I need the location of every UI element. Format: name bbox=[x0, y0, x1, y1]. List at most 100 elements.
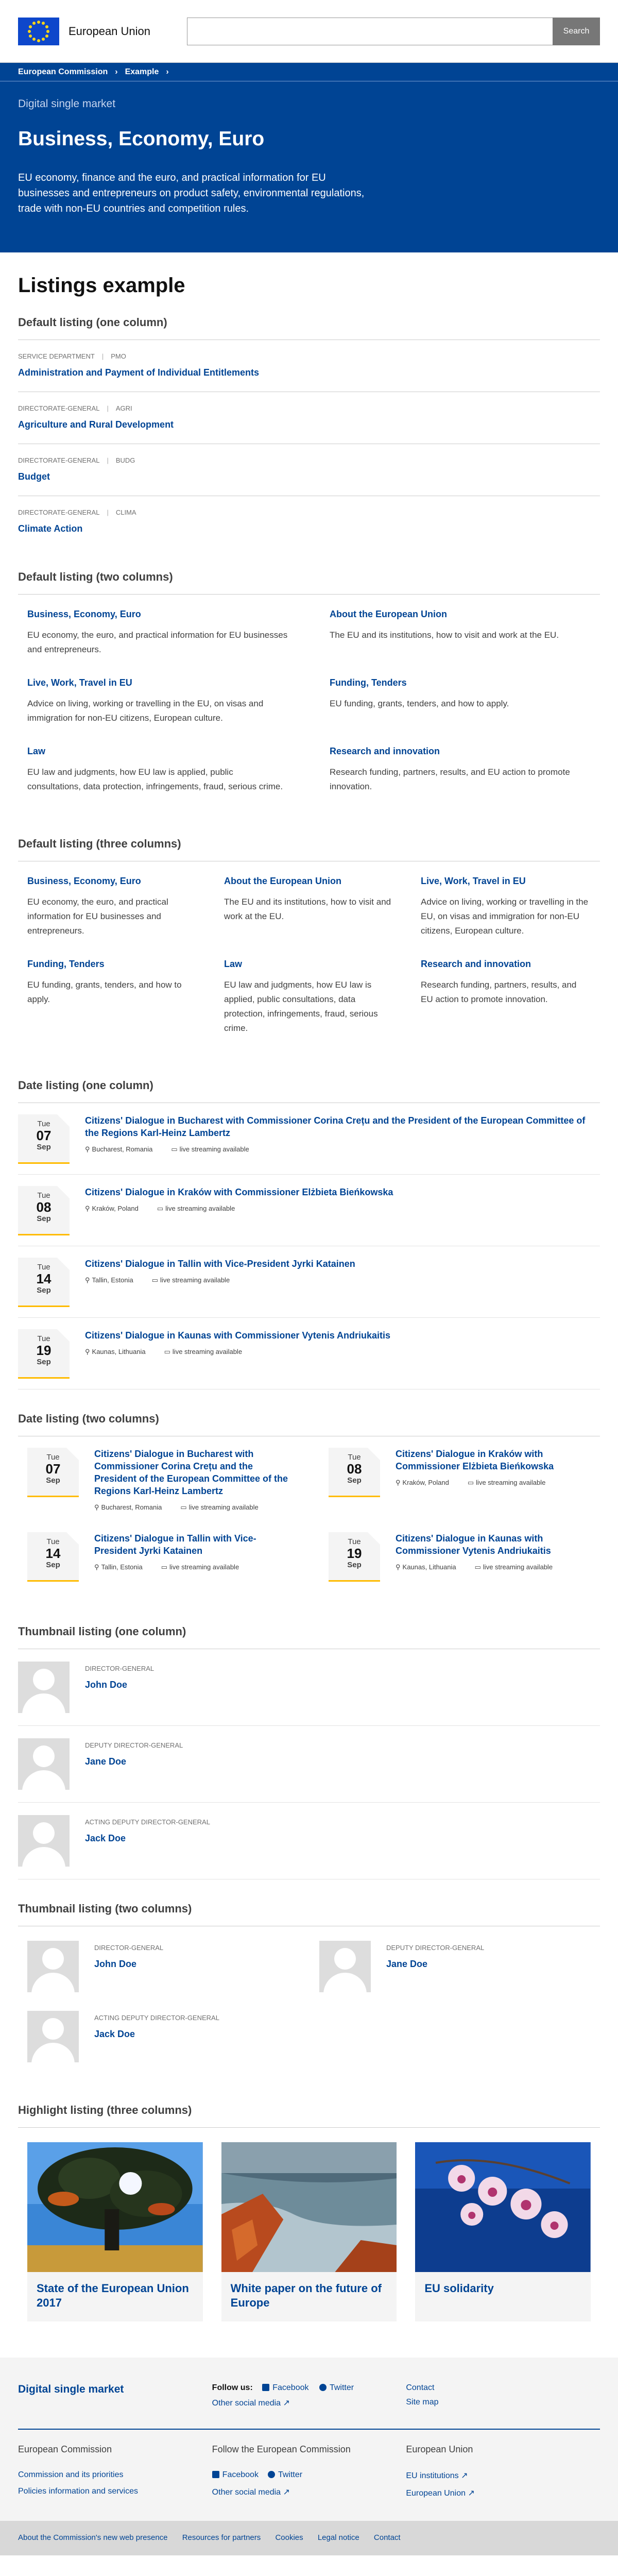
item-title-link[interactable]: About the European Union bbox=[224, 876, 394, 887]
grid: Business, Economy, Euro EU economy, the e… bbox=[18, 594, 600, 815]
footer-site-name[interactable]: Digital single market bbox=[18, 2383, 124, 2395]
event-stream: ▭ live streaming available bbox=[180, 1503, 267, 1511]
facebook-link[interactable]: Facebook bbox=[262, 2383, 309, 2392]
highlight-card[interactable]: EU solidarity bbox=[415, 2142, 591, 2321]
meta-divider: | bbox=[107, 456, 109, 464]
highlight-title[interactable]: White paper on the future of Europe bbox=[221, 2272, 397, 2321]
person-item: DIRECTOR-GENERAL John Doe bbox=[18, 1649, 600, 1726]
eu-logo[interactable]: European Union bbox=[18, 17, 150, 45]
item-title-link[interactable]: Research and innovation bbox=[421, 959, 591, 970]
item-title-link[interactable]: Budget bbox=[18, 471, 50, 482]
grid-item: Research and innovation Research funding,… bbox=[421, 959, 591, 1036]
search-button[interactable]: Search bbox=[553, 17, 600, 45]
event-item: Tue 08 Sep Citizens' Dialogue in Kraków wit… bbox=[319, 1448, 600, 1512]
twitter-link[interactable]: Twitter bbox=[319, 2383, 354, 2392]
avatar-body bbox=[22, 1770, 65, 1790]
person-name-link[interactable]: Jane Doe bbox=[85, 1756, 126, 1767]
footer-link[interactable]: European Union ↗ bbox=[406, 2488, 600, 2498]
event-title-link[interactable]: Citizens' Dialogue in Kraków with Commis… bbox=[396, 1448, 591, 1472]
grid-item: Law EU law and judgments, how EU law is a… bbox=[27, 746, 288, 794]
external-link-icon: ↗ bbox=[283, 2399, 290, 2408]
event-title-link[interactable]: Citizens' Dialogue in Bucharest with Com… bbox=[85, 1114, 600, 1139]
twitter-label: Twitter bbox=[278, 2470, 303, 2479]
list-item: DIRECTORATE-GENERAL | BUDG Budget bbox=[18, 444, 600, 496]
person-name-link[interactable]: Jack Doe bbox=[94, 2029, 135, 2039]
facebook-link[interactable]: Facebook bbox=[212, 2470, 259, 2480]
item-title-link[interactable]: Live, Work, Travel in EU bbox=[27, 677, 288, 688]
breadcrumb-link-commission[interactable]: European Commission bbox=[18, 67, 108, 77]
event-stream-text: live streaming available bbox=[172, 1348, 243, 1355]
live-streaming-icon: ▭ bbox=[157, 1205, 164, 1212]
event-stream-text: live streaming available bbox=[476, 1479, 546, 1486]
live-streaming-icon: ▭ bbox=[161, 1563, 168, 1571]
twitter-link[interactable]: Twitter bbox=[267, 2470, 303, 2480]
event-title-link[interactable]: Citizens' Dialogue in Kaunas with Commis… bbox=[85, 1329, 600, 1342]
item-title-link[interactable]: Administration and Payment of Individual… bbox=[18, 367, 259, 378]
person-name-link[interactable]: John Doe bbox=[85, 1680, 127, 1690]
event-title-link[interactable]: Citizens' Dialogue in Tallin with Vice-P… bbox=[94, 1532, 289, 1557]
event-stream-text: live streaming available bbox=[160, 1276, 230, 1284]
other-social-media-link[interactable]: Other social media ↗ bbox=[212, 2398, 406, 2408]
event-title-link[interactable]: Citizens' Dialogue in Bucharest with Com… bbox=[94, 1448, 289, 1497]
highlight-card[interactable]: White paper on the future of Europe bbox=[221, 2142, 397, 2321]
event-item: Tue 14 Sep Citizens' Dialogue in Tallin wit… bbox=[18, 1532, 299, 1582]
date-month: Sep bbox=[37, 1214, 51, 1223]
item-title-link[interactable]: Live, Work, Travel in EU bbox=[421, 876, 591, 887]
item-title-link[interactable]: Law bbox=[27, 746, 288, 757]
footer-link[interactable]: Policies information and services bbox=[18, 2487, 212, 2496]
default-listing-one-column: Default listing (one column) SERVICE DEP… bbox=[18, 316, 600, 548]
avatar bbox=[18, 1815, 70, 1867]
footer-link[interactable]: Resources for partners bbox=[182, 2533, 261, 2542]
highlight-title[interactable]: State of the European Union 2017 bbox=[27, 2272, 203, 2321]
meta-divider: | bbox=[101, 352, 104, 360]
footer-link[interactable]: Legal notice bbox=[318, 2533, 359, 2542]
page-title: Listings example bbox=[18, 274, 185, 297]
item-title-link[interactable]: Climate Action bbox=[18, 523, 82, 534]
event-title-link[interactable]: Citizens' Dialogue in Kaunas with Commis… bbox=[396, 1532, 591, 1557]
highlight-title[interactable]: EU solidarity bbox=[415, 2272, 591, 2319]
item-title-link[interactable]: Agriculture and Rural Development bbox=[18, 419, 174, 430]
thumbnail-listing-one-column: Thumbnail listing (one column) DIRECTOR-… bbox=[18, 1625, 600, 1879]
site-map-link[interactable]: Site map bbox=[406, 2398, 600, 2407]
footer-link[interactable]: Contact bbox=[374, 2533, 401, 2542]
event-location: ⚲ Bucharest, Romania bbox=[94, 1503, 171, 1511]
contact-link[interactable]: Contact bbox=[406, 2383, 600, 2393]
item-title-link[interactable]: Business, Economy, Euro bbox=[27, 876, 197, 887]
item-title-link[interactable]: Funding, Tenders bbox=[27, 959, 197, 970]
meta-divider: | bbox=[107, 509, 109, 516]
grid-item: Funding, Tenders EU funding, grants, tend… bbox=[330, 677, 591, 725]
footer-link[interactable]: EU institutions ↗ bbox=[406, 2470, 600, 2481]
footer-link[interactable]: Cookies bbox=[275, 2533, 303, 2542]
person-name-link[interactable]: John Doe bbox=[94, 1959, 136, 1969]
event-place: Tallin, Estonia bbox=[101, 1563, 143, 1571]
person-item: DEPUTY DIRECTOR-GENERAL Jane Doe bbox=[18, 1726, 600, 1803]
breadcrumb-link-example[interactable]: Example bbox=[125, 67, 159, 77]
item-title-link[interactable]: Funding, Tenders bbox=[330, 677, 591, 688]
person-name-link[interactable]: Jane Doe bbox=[386, 1959, 427, 1969]
facebook-icon bbox=[262, 2384, 270, 2391]
event-body: Citizens' Dialogue in Tallin with Vice-P… bbox=[85, 1258, 600, 1307]
item-title-link[interactable]: Research and innovation bbox=[330, 746, 591, 757]
grid: DIRECTOR-GENERAL John Doe DEPUTY DIRECTOR-… bbox=[18, 1926, 600, 2081]
twitter-icon bbox=[319, 2384, 327, 2391]
event-title-link[interactable]: Citizens' Dialogue in Kraków with Commis… bbox=[85, 1186, 600, 1198]
date-day: 14 bbox=[45, 1546, 61, 1561]
section-heading: Thumbnail listing (one column) bbox=[18, 1625, 186, 1638]
item-description: Research funding, partners, results, and… bbox=[330, 767, 570, 791]
highlight-card[interactable]: State of the European Union 2017 bbox=[27, 2142, 203, 2321]
item-title-link[interactable]: Law bbox=[224, 959, 394, 970]
event-info: ⚲ Kaunas, Lithuania ▭ live streaming availa… bbox=[396, 1563, 591, 1571]
date-listing-two-columns: Date listing (two columns) Tue 07 Sep Citiz… bbox=[18, 1412, 600, 1602]
footer-link[interactable]: Commission and its priorities bbox=[18, 2470, 212, 2480]
event-body: Citizens' Dialogue in Bucharest with Com… bbox=[94, 1448, 289, 1512]
other-social-media-link[interactable]: Other social media ↗ bbox=[212, 2487, 406, 2497]
event-title-link[interactable]: Citizens' Dialogue in Tallin with Vice-P… bbox=[85, 1258, 600, 1270]
search-input[interactable] bbox=[187, 17, 553, 45]
item-title-link[interactable]: Business, Economy, Euro bbox=[27, 609, 288, 620]
tree-image bbox=[27, 2142, 203, 2272]
item-title-link[interactable]: About the European Union bbox=[330, 609, 591, 620]
date-month: Sep bbox=[46, 1561, 60, 1569]
footer-link[interactable]: About the Commission's new web presence bbox=[18, 2533, 168, 2542]
person-name-link[interactable]: Jack Doe bbox=[85, 1833, 126, 1843]
other-social-label: Other social media bbox=[212, 2488, 281, 2497]
